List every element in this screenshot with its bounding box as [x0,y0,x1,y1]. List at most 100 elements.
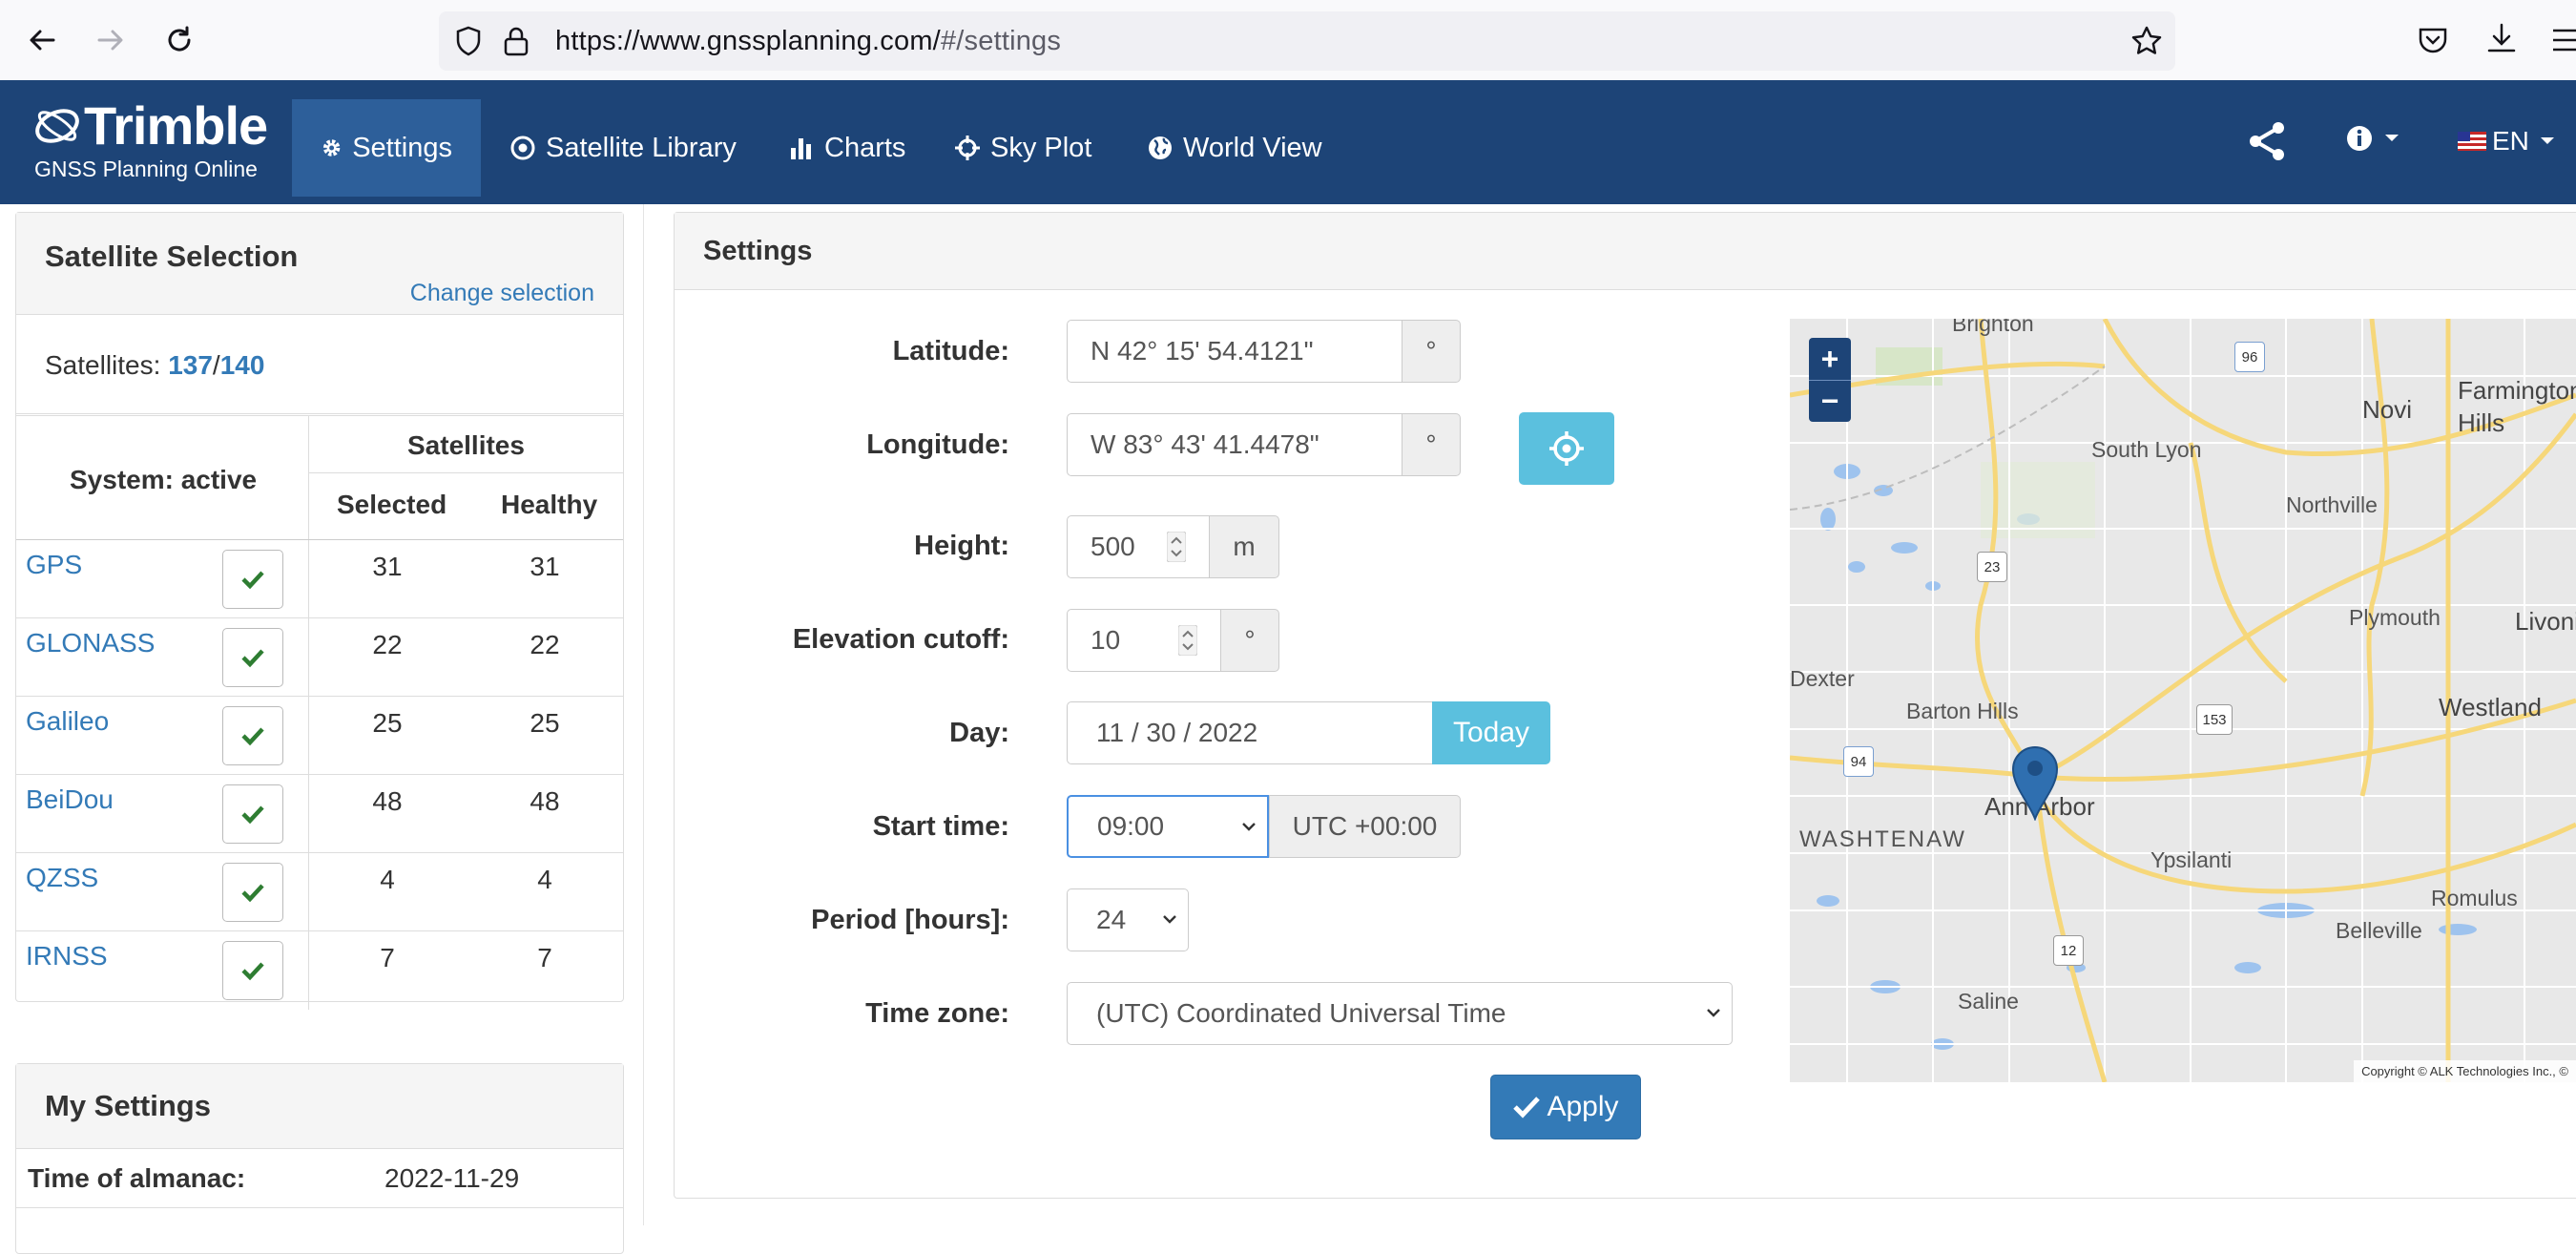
bar-chart-icon [791,138,811,159]
spinner-icon[interactable] [1167,532,1186,562]
address-bar[interactable]: https://www.gnssplanning.com/#/settings [439,11,2175,71]
map-label-washtenaw: WASHTENAW [1799,826,1966,852]
healthy-count-cell: 4 [537,865,552,894]
forward-button[interactable] [88,17,134,63]
height-value: 500 [1091,532,1135,561]
system-active-checkbox[interactable] [222,706,283,765]
nav-sky-plot[interactable]: Sky Plot [925,99,1120,197]
trimble-globe-icon [35,109,79,143]
highway-shield: 94 [1843,746,1874,777]
degree-symbol: ° [1425,336,1437,366]
system-active-checkbox[interactable] [222,941,283,1000]
locate-crosshair-icon [1549,431,1584,466]
chevron-down-icon [1163,915,1176,924]
nav-charts[interactable]: Charts [759,99,934,197]
selected-count-cell: 25 [372,708,403,738]
map-label-dexter: Dexter [1790,666,1855,691]
elevation-cutoff-input[interactable]: 10 [1067,609,1221,672]
forward-arrow-icon [97,30,123,51]
chevron-down-icon [1707,1009,1720,1017]
latitude-input[interactable]: N 42° 15' 54.4121" [1067,320,1402,383]
browser-toolbar: https://www.gnssplanning.com/#/settings [0,0,2576,81]
back-button[interactable] [19,17,65,63]
system-active-checkbox[interactable] [222,863,283,922]
change-selection-link[interactable]: Change selection [410,280,594,307]
system-link[interactable]: QZSS [26,863,98,893]
height-unit-addon: m [1209,515,1279,578]
day-value: 11 / 30 / 2022 [1096,718,1258,747]
share-button[interactable] [2244,118,2290,164]
day-label: Day: [949,718,1009,748]
column-header-selected: Selected [337,490,447,519]
url-path: #/settings [940,26,1062,56]
period-value: 24 [1096,905,1127,934]
healthy-count-cell: 7 [537,943,552,972]
elevation-cutoff-label: Elevation cutoff: [792,624,1009,655]
apply-button-label: Apply [1547,1091,1619,1122]
system-link[interactable]: BeiDou [26,784,114,815]
degree-symbol: ° [1244,625,1256,655]
system-link[interactable]: Galileo [26,706,109,737]
menu-icon[interactable] [2551,25,2576,55]
height-input[interactable]: 500 [1067,515,1210,578]
today-button[interactable]: Today [1432,701,1550,764]
map-marker-icon[interactable] [2011,744,2059,821]
map-label-brighton: Brighton [1952,319,2034,336]
system-link[interactable]: GLONASS [26,628,155,658]
info-icon [2347,126,2372,151]
panel-title: Settings [703,236,813,266]
healthy-count-cell: 25 [530,708,560,738]
apply-button[interactable]: Apply [1490,1075,1641,1139]
language-dropdown[interactable]: EN [2458,126,2556,157]
location-map[interactable]: + − Brighton Novi Farmington Hills South… [1790,319,2576,1082]
map-zoom-out-button[interactable]: − [1809,380,1851,422]
system-link[interactable]: IRNSS [26,941,108,972]
logo-text: Trimble [84,95,268,156]
bookmark-star-icon[interactable] [2129,24,2164,58]
period-select[interactable]: 24 [1067,888,1189,951]
latitude-degree-addon: ° [1402,320,1461,383]
map-zoom-in-button[interactable]: + [1809,338,1851,380]
map-label-plymouth: Plymouth [2349,605,2441,630]
table-row: GPS 31 31 [16,540,623,618]
nav-world-view[interactable]: World View [1118,99,1351,197]
elevation-cutoff-value: 10 [1091,625,1121,655]
selected-count-cell: 7 [380,943,395,972]
system-active-checkbox[interactable] [222,784,283,844]
system-link[interactable]: GPS [26,550,82,580]
map-label-south-lyon: South Lyon [2091,437,2202,462]
reload-button[interactable] [156,17,202,63]
table-row: Galileo 25 25 [16,697,623,775]
height-unit: m [1233,532,1256,561]
day-date-input[interactable]: 11 / 30 / 2022 [1067,701,1433,764]
pocket-icon[interactable] [2416,23,2450,57]
map-label-northville: Northville [2286,492,2378,517]
highway-shield: 153 [2196,704,2233,735]
longitude-input[interactable]: W 83° 43' 41.4478" [1067,413,1402,476]
nav-settings[interactable]: Settings [292,99,481,197]
system-active-checkbox[interactable] [222,550,283,609]
map-label-romulus: Romulus [2431,886,2518,910]
panel-title: My Settings [45,1089,211,1122]
spinner-icon[interactable] [1178,625,1197,656]
caret-down-icon [2385,135,2399,141]
nav-sky-plot-label: Sky Plot [990,132,1092,163]
language-label: EN [2492,126,2529,156]
timezone-select[interactable]: (UTC) Coordinated Universal Time [1067,982,1733,1045]
nav-satellite-library[interactable]: Satellite Library [481,99,765,197]
trimble-logo[interactable]: Trimble GNSS Planning Online [32,95,268,182]
chevron-down-icon [1242,823,1256,831]
check-icon [1513,1097,1541,1118]
locate-me-button[interactable] [1519,412,1614,485]
start-time-label: Start time: [872,811,1009,842]
map-label-westland: Westland [2439,693,2542,721]
info-dropdown[interactable] [2345,124,2400,153]
start-time-select[interactable]: 09:00 [1067,795,1269,858]
healthy-count-cell: 22 [530,630,560,659]
system-active-checkbox[interactable] [222,628,283,687]
check-icon [241,805,264,825]
nav-satellite-library-label: Satellite Library [546,132,737,163]
download-icon[interactable] [2484,21,2519,55]
map-label-farmington-hills: Farmington Hills [2458,376,2576,437]
table-row: IRNSS 7 7 [16,931,623,1010]
